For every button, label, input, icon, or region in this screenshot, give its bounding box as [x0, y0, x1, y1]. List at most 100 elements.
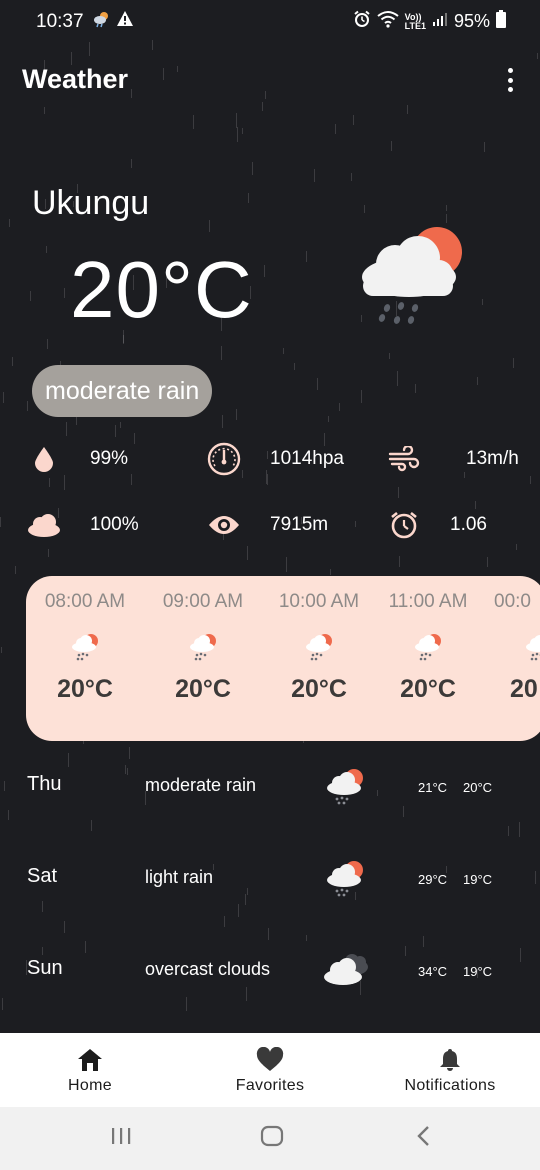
rain-streak [407, 105, 408, 114]
day-name: Sat [27, 865, 58, 887]
app-bar: Weather [0, 58, 540, 102]
rain-streak [115, 425, 116, 437]
rain-streak [446, 205, 447, 211]
day-high: 21°C [418, 780, 448, 795]
rain-streak [15, 566, 16, 574]
hourly-forecast[interactable]: 08:00 AM 20°C 09:00 AM 20°C 10:00 AM 20°… [26, 576, 540, 741]
rain-streak [484, 142, 485, 152]
rain-streak [237, 127, 238, 142]
rain-streak [47, 339, 48, 349]
rain-cloud-sun-icon [322, 764, 372, 808]
app-title: Weather [22, 64, 129, 94]
back-icon[interactable] [414, 1125, 434, 1152]
daily-forecast: Thu moderate rain 21°C 20°C Sat light ra… [0, 750, 540, 1026]
rain-cloud-sun-icon [70, 631, 100, 661]
rain-streak [12, 357, 13, 366]
rain-streak [262, 102, 263, 111]
rain-streak [131, 159, 132, 168]
visibility-stat: 7915m [206, 507, 328, 543]
rain-streak [477, 377, 478, 385]
overcast-clouds-icon [322, 948, 372, 992]
heart-icon [256, 1047, 284, 1071]
signal-icon [432, 11, 448, 32]
rain-streak [328, 416, 329, 422]
current-temperature: 20°C [70, 245, 253, 334]
nav-favorites[interactable]: Favorites [180, 1033, 360, 1107]
rain-streak [314, 169, 315, 182]
day-description: light rain [145, 867, 214, 887]
nav-home[interactable]: Home [0, 1033, 180, 1107]
daily-row[interactable]: Sat light rain 29°C 19°C [0, 842, 540, 934]
condition-chip: moderate rain [32, 365, 213, 417]
nav-notifications[interactable]: Notifications [360, 1033, 540, 1107]
rain-streak [236, 113, 237, 128]
rain-streak [222, 415, 223, 428]
cloud-icon [26, 507, 62, 543]
rain-streak [3, 392, 4, 403]
day-high: 34°C [418, 964, 448, 979]
rain-streak [9, 219, 10, 227]
rain-cloud-sun-icon [188, 631, 218, 661]
city-name: Ukungu [32, 184, 150, 222]
network-type: Vo)) LTE1 [404, 11, 426, 31]
rain-streak [248, 193, 249, 203]
rain-streak [351, 173, 352, 181]
daily-row[interactable]: Sun overcast clouds 34°C 19°C [0, 934, 540, 1026]
wind-icon [386, 441, 422, 477]
uv-stat: 1.06 [386, 507, 487, 543]
rain-cloud-sun-icon [355, 222, 467, 332]
recent-apps-icon[interactable] [110, 1125, 132, 1152]
rain-streak [364, 205, 365, 213]
rain-streak [120, 422, 121, 428]
system-navigation [0, 1107, 540, 1170]
rain-cloud-sun-icon [524, 631, 540, 661]
eye-icon [206, 507, 242, 543]
humidity-value: 99% [90, 448, 129, 469]
rain-cloud-sun-icon [304, 631, 334, 661]
rain-streak [415, 384, 416, 393]
rain-streak [306, 251, 307, 262]
status-time: 10:37 [36, 11, 84, 32]
rain-streak [389, 353, 390, 359]
rain-streak [335, 124, 336, 134]
more-vert-icon[interactable] [498, 66, 522, 94]
day-description: moderate rain [145, 775, 257, 795]
day-low: 20°C [463, 780, 493, 795]
humidity-stat: 99% [26, 441, 128, 477]
rain-streak [391, 141, 392, 151]
hourly-item: 10:00 AM 20°C [278, 591, 360, 703]
humidity-drop-icon [26, 441, 62, 477]
clouds-value: 100% [90, 514, 139, 535]
rain-streak [330, 569, 331, 575]
home-button-icon[interactable] [260, 1125, 284, 1152]
rain-streak [123, 335, 124, 344]
rain-streak [64, 288, 65, 298]
home-icon [78, 1049, 102, 1071]
rain-streak [252, 162, 253, 175]
rain-streak [283, 348, 284, 354]
battery-icon [496, 10, 506, 33]
rain-streak [513, 358, 514, 368]
day-description: overcast clouds [145, 959, 271, 979]
rain-streak [221, 346, 222, 360]
rain-streak [242, 128, 243, 134]
day-high: 29°C [418, 872, 448, 887]
rain-streak [30, 291, 31, 301]
rain-cloud-sun-icon [413, 631, 443, 661]
rain-streak [236, 409, 237, 420]
gauge-icon [206, 441, 242, 477]
hourly-item: 09:00 AM 20°C [162, 591, 244, 703]
daily-row[interactable]: Thu moderate rain 21°C 20°C [0, 750, 540, 842]
rain-streak [353, 115, 354, 125]
uv-value: 1.06 [450, 514, 487, 535]
bottom-navigation: Home Favorites Notifications [0, 1033, 540, 1107]
alarm-clock-icon [386, 507, 422, 543]
rain-streak [294, 363, 295, 370]
rain-streak [1, 647, 2, 653]
visibility-value: 7915m [270, 514, 329, 535]
day-low: 19°C [463, 964, 493, 979]
wifi-icon [377, 10, 399, 33]
rain-streak [482, 299, 483, 305]
pressure-stat: 1014hpa [206, 441, 344, 477]
day-name: Thu [27, 773, 62, 795]
